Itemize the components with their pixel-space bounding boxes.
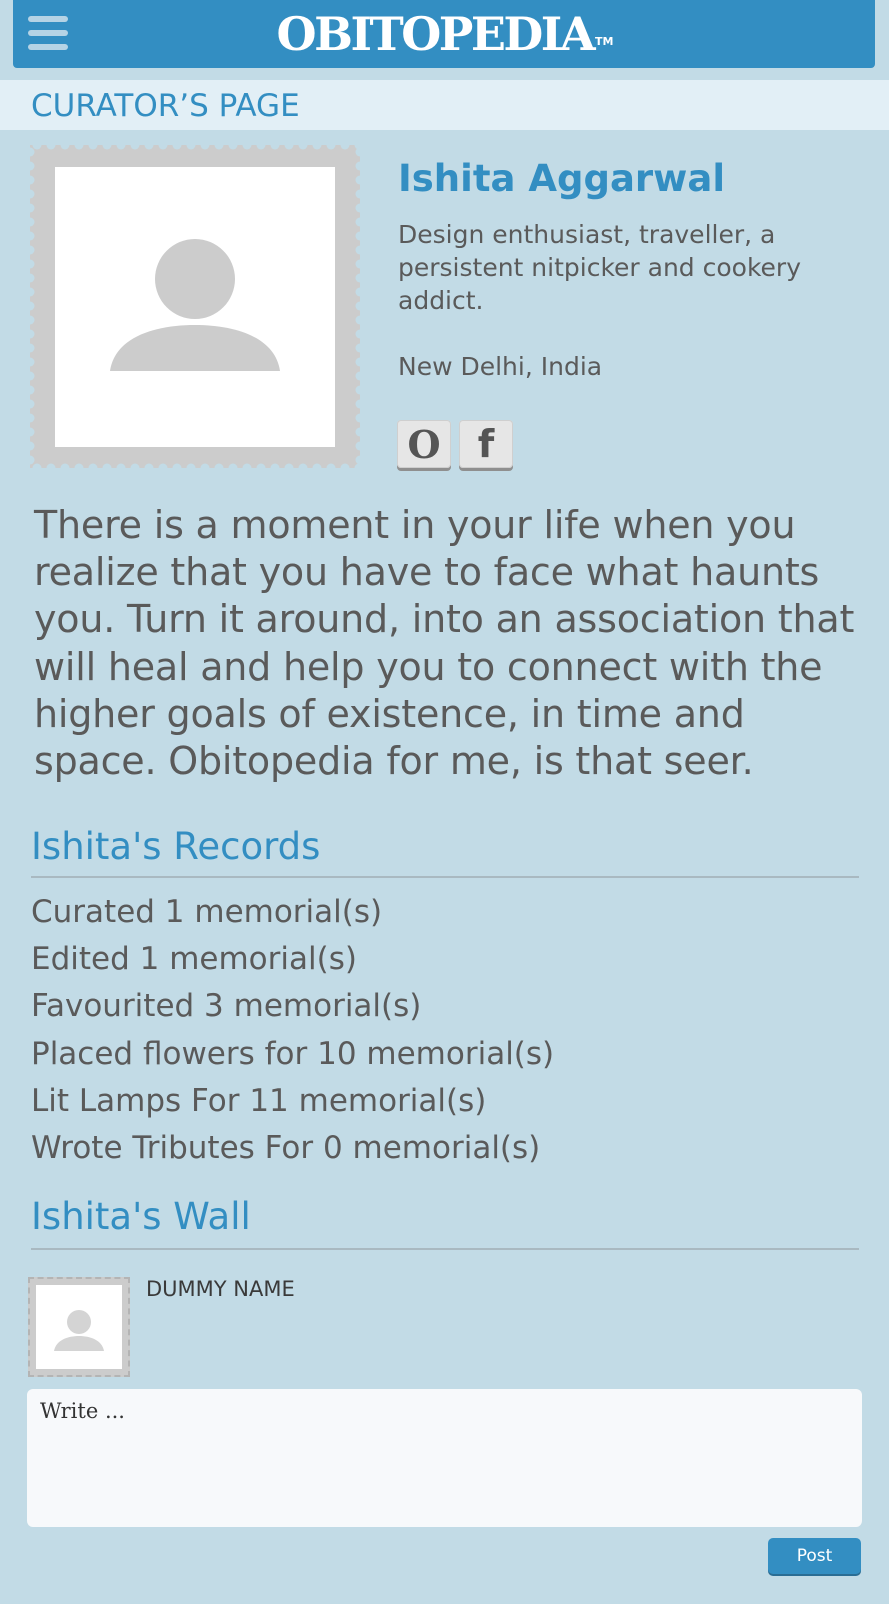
wall-title: Ishita's Wall [31,1195,251,1238]
user-placeholder-icon [110,239,280,371]
page-title: CURATOR’S PAGE [31,88,300,124]
app-header: OBITOPEDIA TM [13,0,875,68]
obitopedia-icon: O [407,421,441,467]
facebook-icon: f [477,422,495,466]
wall-user-avatar [36,1285,122,1369]
profile-photo-frame [30,145,360,468]
wall-user-name: DUMMY NAME [146,1277,295,1301]
obitopedia-logo[interactable]: OBITOPEDIA TM [13,6,875,62]
record-item: Wrote Tributes For 0 memorial(s) [31,1130,541,1166]
record-item: Curated 1 memorial(s) [31,894,383,930]
post-button[interactable]: Post [768,1538,861,1574]
curator-location: New Delhi, India [398,352,603,381]
facebook-profile-button[interactable]: f [459,420,513,468]
record-item: Lit Lamps For 11 memorial(s) [31,1083,487,1119]
avatar [55,167,335,447]
page-title-bar: CURATOR’S PAGE [0,80,889,130]
curator-quote: There is a moment in your life when you … [34,503,855,784]
curator-bio: Design enthusiast, traveller, a persiste… [398,220,802,315]
wall-divider [31,1248,859,1250]
obitopedia-profile-button[interactable]: O [397,420,451,468]
wall-post-input[interactable] [27,1389,862,1527]
record-item: Favourited 3 memorial(s) [31,988,422,1024]
record-item: Edited 1 memorial(s) [31,941,357,977]
curator-name: Ishita Aggarwal [398,157,726,200]
records-divider [31,876,859,878]
wall-user-avatar-frame [28,1277,130,1377]
record-item: Placed flowers for 10 memorial(s) [31,1036,555,1072]
records-title: Ishita's Records [31,825,321,868]
user-placeholder-icon [54,1310,104,1351]
